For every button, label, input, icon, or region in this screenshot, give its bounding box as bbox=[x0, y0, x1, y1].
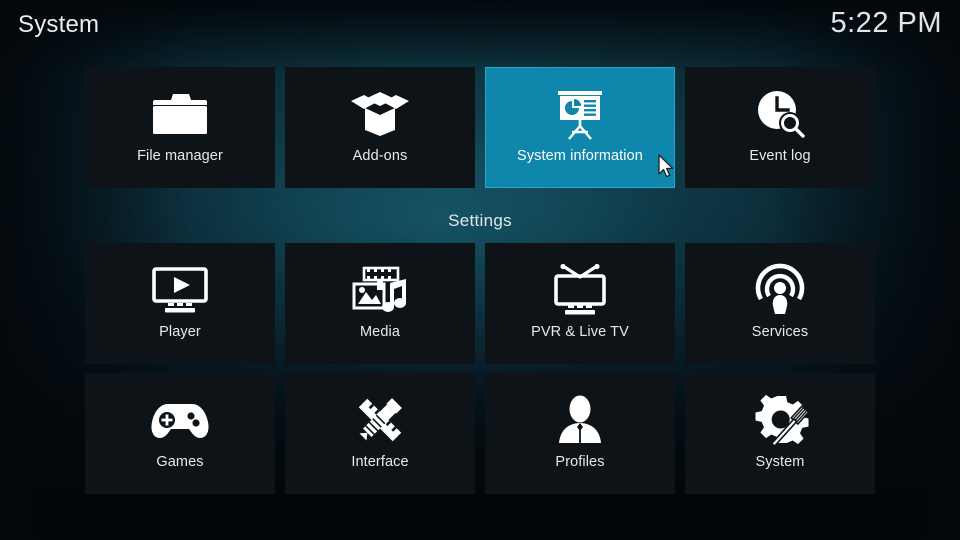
tile-label: System bbox=[755, 454, 805, 470]
tile-media[interactable]: Media bbox=[285, 243, 475, 364]
tile-label: Games bbox=[156, 454, 204, 470]
tile-label: Profiles bbox=[555, 454, 605, 470]
film-photo-note-icon bbox=[346, 260, 414, 320]
open-box-icon bbox=[346, 84, 414, 144]
tile-label: Player bbox=[159, 324, 201, 340]
tile-label: Media bbox=[360, 324, 400, 340]
tile-label: System information bbox=[517, 148, 643, 164]
tile-profiles[interactable]: Profiles bbox=[485, 373, 675, 494]
tile-label: Interface bbox=[351, 454, 409, 470]
tile-interface[interactable]: Interface bbox=[285, 373, 475, 494]
tile-add-ons[interactable]: Add-ons bbox=[285, 67, 475, 188]
clock-search-icon bbox=[746, 84, 814, 144]
tile-label: Services bbox=[751, 324, 809, 340]
gamepad-icon bbox=[146, 390, 214, 450]
tile-label: Add-ons bbox=[352, 148, 408, 164]
tile-system[interactable]: System bbox=[685, 373, 875, 494]
tv-antenna-icon bbox=[546, 260, 614, 320]
tile-player[interactable]: Player bbox=[85, 243, 275, 364]
presentation-board-icon bbox=[546, 84, 614, 144]
settings-row-2: Games Interface Profiles System bbox=[0, 373, 960, 494]
window-header: System 5:22 PM bbox=[0, 0, 960, 52]
top-row: File manager Add-ons System information … bbox=[0, 67, 960, 188]
gear-wrench-icon bbox=[746, 390, 814, 450]
person-icon bbox=[546, 390, 614, 450]
tile-label: Event log bbox=[749, 148, 811, 164]
tile-system-information[interactable]: System information bbox=[485, 67, 675, 188]
tile-label: File manager bbox=[137, 148, 223, 164]
monitor-play-icon bbox=[146, 260, 214, 320]
page-title: System bbox=[18, 11, 100, 38]
clock-label: 5:22 PM bbox=[830, 7, 942, 39]
section-heading: Settings bbox=[448, 211, 512, 230]
settings-row-1: Player Media PVR & Live TV Services bbox=[0, 243, 960, 364]
broadcast-person-icon bbox=[746, 260, 814, 320]
folder-icon bbox=[146, 84, 214, 144]
tile-games[interactable]: Games bbox=[85, 373, 275, 494]
tile-services[interactable]: Services bbox=[685, 243, 875, 364]
tile-file-manager[interactable]: File manager bbox=[85, 67, 275, 188]
pencil-ruler-icon bbox=[346, 390, 414, 450]
tile-label: PVR & Live TV bbox=[531, 324, 629, 340]
tile-event-log[interactable]: Event log bbox=[685, 67, 875, 188]
tile-pvr-live-tv[interactable]: PVR & Live TV bbox=[485, 243, 675, 364]
